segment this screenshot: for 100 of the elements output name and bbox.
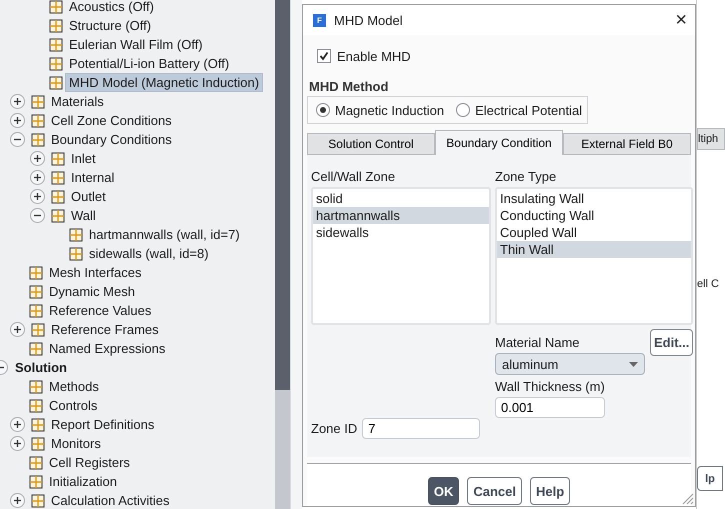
checkbox[interactable] [317,49,331,63]
grid-icon [31,494,45,508]
list-label: Zone Type [495,169,558,184]
grid-icon [31,418,45,432]
tree-item[interactable]: Calculation Activities [48,492,172,509]
tree-item[interactable]: Solution [12,359,70,376]
section-title: MHD Method [309,79,390,94]
tree-item[interactable]: Boundary Conditions [48,131,175,148]
grid-icon [49,0,63,14]
tree-item[interactable]: Report Definitions [48,416,158,433]
grid-icon [51,208,65,222]
list-item[interactable]: solid [313,190,489,207]
expand-icon[interactable] [10,493,25,508]
grid-icon [29,284,43,298]
expand-icon[interactable] [30,189,45,204]
grid-icon [51,152,65,166]
tree-item[interactable]: Inlet [68,150,99,167]
expand-icon[interactable] [30,170,45,185]
thickness-field[interactable]: 0.001 [495,397,605,418]
tree-item[interactable]: sidewalls (wall, id=8) [86,245,212,262]
expand-icon[interactable] [10,113,25,128]
grid-icon [29,398,43,412]
tree-item[interactable]: Cell Zone Conditions [48,112,175,129]
tree-item[interactable]: Monitors [48,435,104,452]
list-item[interactable]: hartmannwalls [313,207,489,224]
field-label: Wall Thickness (m) [495,379,606,394]
grid-icon [29,456,43,470]
expand-icon[interactable] [10,94,25,109]
background-tab[interactable]: ltiph [697,128,725,150]
resize-grip-icon[interactable] [680,491,694,505]
tab[interactable]: Boundary Condition [435,130,563,155]
ok-button[interactable]: OK [428,477,460,505]
grid-icon [49,18,63,32]
grid-icon [29,304,43,318]
tree-item[interactable]: Structure (Off) [66,17,154,34]
grid-icon [31,114,45,128]
edit-button[interactable]: Edit... [650,329,694,356]
tree-item[interactable]: hartmannwalls (wall, id=7) [86,226,243,243]
collapse-icon[interactable] [10,132,25,147]
list-item[interactable]: sidewalls [313,224,489,241]
dialog-button[interactable]: Help [530,477,570,505]
tree-item[interactable]: Reference Values [46,302,154,319]
tree-item[interactable]: Eulerian Wall Film (Off) [66,36,206,53]
tree-item[interactable]: Cell Registers [46,454,133,471]
list-item[interactable]: Coupled Wall [497,224,692,241]
radio-label: Electrical Potential [475,102,582,118]
dialog-button[interactable]: Cancel [467,477,522,505]
background-button[interactable]: lp [697,466,723,491]
list-item[interactable]: Insulating Wall [497,190,692,207]
window-title: MHD Model [334,12,404,28]
tree-item[interactable]: Methods [46,378,102,395]
radio-label: Magnetic Induction [335,102,444,118]
list-label: Cell/Wall Zone [311,169,396,184]
grid-icon [49,38,63,52]
tree-item[interactable]: Dynamic Mesh [46,283,138,300]
tree-item[interactable]: Internal [68,169,118,186]
collapse-icon[interactable] [30,208,45,223]
grid-icon [49,56,63,70]
tree-item[interactable]: MHD Model (Magnetic Induction) [66,74,262,91]
tree-item[interactable]: Wall [68,207,99,224]
tree-item[interactable]: Controls [46,397,100,414]
scrollbar[interactable] [275,0,290,509]
radio-button[interactable] [316,103,330,117]
grid-icon [31,94,45,108]
grid-icon [29,380,43,394]
app-logo: F [313,14,326,26]
expand-icon[interactable] [10,417,25,432]
grid-icon [29,474,43,488]
scrollbar-thumb[interactable] [275,0,290,390]
close-button[interactable]: × [675,10,687,30]
grid-icon [31,436,45,450]
tree-item[interactable]: Reference Frames [48,321,162,338]
list-item[interactable]: Conducting Wall [497,207,692,224]
tree-item[interactable]: Initialization [46,473,120,490]
field-label: Material Name [495,335,581,350]
zone-id-field[interactable]: 7 [362,418,480,439]
grid-icon [69,228,83,242]
expand-icon[interactable] [10,322,25,337]
grid-icon [29,266,43,280]
tree-item[interactable]: Materials [48,93,107,110]
list-item[interactable]: Thin Wall [497,241,692,258]
material-dropdown[interactable]: aluminum [495,353,645,375]
tree-item[interactable]: Acoustics (Off) [66,0,158,15]
grid-icon [31,322,45,336]
tree-item[interactable]: Potential/Li-ion Battery (Off) [66,55,232,72]
expand-icon[interactable] [30,151,45,166]
radio-button[interactable] [456,103,470,117]
expand-icon[interactable] [10,436,25,451]
grid-icon [31,132,45,146]
tree-item[interactable]: Mesh Interfaces [46,264,144,281]
tree-item[interactable]: Named Expressions [46,340,168,357]
checkbox-label: Enable MHD [337,48,411,64]
tree-item[interactable]: Outlet [68,188,109,205]
grid-icon [29,342,43,356]
tab[interactable]: External Field B0 [563,133,691,155]
caret-icon [629,362,638,366]
grid-icon [69,246,83,260]
grid-icon [51,190,65,204]
field-label: Zone ID [311,421,358,436]
tab[interactable]: Solution Control [307,133,435,155]
